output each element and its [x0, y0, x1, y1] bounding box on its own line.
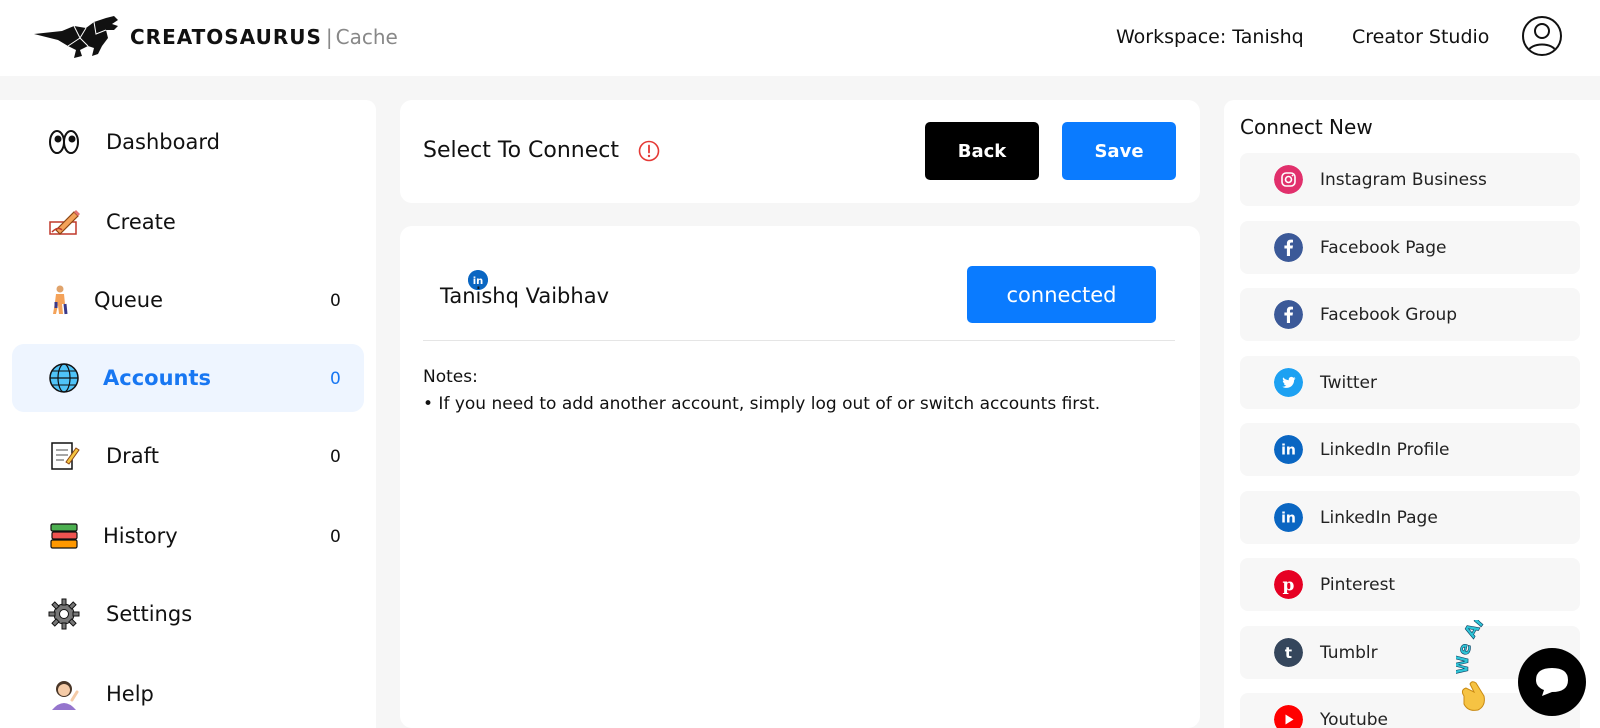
- notes-label: Notes:: [423, 367, 478, 387]
- platform-instagram-business[interactable]: Instagram Business: [1240, 153, 1580, 206]
- sidebar-item-label: Help: [106, 682, 154, 706]
- platform-twitter[interactable]: Twitter: [1240, 356, 1580, 409]
- draft-count: 0: [330, 447, 341, 467]
- account-name: Tanishq Vaibhav: [440, 284, 609, 308]
- exclamation-circle-icon[interactable]: [638, 140, 660, 162]
- user-avatar[interactable]: [1522, 16, 1562, 56]
- books-icon: [50, 523, 78, 549]
- sidebar-item-label: Draft: [106, 444, 159, 468]
- sidebar-item-label: Queue: [94, 288, 163, 312]
- sidebar-item-settings[interactable]: Settings: [12, 580, 364, 648]
- brand-name: CREATOSAURUS: [130, 25, 322, 49]
- chat-bubble-icon[interactable]: [1518, 648, 1586, 716]
- sidebar-item-draft[interactable]: Draft 0: [12, 422, 364, 490]
- sidebar-item-label: Create: [106, 210, 176, 234]
- sidebar-item-create[interactable]: Create: [12, 188, 364, 256]
- platform-label: Facebook Page: [1320, 238, 1447, 258]
- page-title: Select To Connect: [423, 138, 619, 163]
- gear-icon: [48, 598, 80, 630]
- connect-header-card: Select To Connect Back Save: [400, 100, 1200, 203]
- person-walking-icon: [53, 285, 68, 315]
- chat-widget-graphic: We Are Here!: [1453, 585, 1586, 716]
- sidebar-item-history[interactable]: History 0: [12, 502, 364, 570]
- platform-label: Tumblr: [1320, 643, 1378, 663]
- platform-linkedin-page[interactable]: in LinkedIn Page: [1240, 491, 1580, 544]
- connected-button[interactable]: connected: [967, 266, 1156, 323]
- creator-studio-link[interactable]: Creator Studio: [1352, 25, 1489, 49]
- pinterest-icon: p: [1274, 570, 1303, 599]
- person-tipping-hand-icon: [52, 681, 79, 710]
- save-button[interactable]: Save: [1062, 122, 1176, 180]
- platform-label: Facebook Group: [1320, 305, 1458, 325]
- sidebar: Dashboard Create Queue 0 Accounts 0 Draf…: [0, 100, 376, 728]
- eyes-icon: [49, 130, 79, 154]
- waving-hand-icon: [1461, 681, 1485, 711]
- facebook-icon: [1274, 233, 1303, 262]
- platform-label: LinkedIn Page: [1320, 508, 1438, 528]
- sidebar-item-label: History: [103, 524, 178, 548]
- back-button[interactable]: Back: [925, 122, 1039, 180]
- sidebar-item-label: Dashboard: [106, 130, 220, 154]
- platform-linkedin-profile[interactable]: in LinkedIn Profile: [1240, 423, 1580, 476]
- linkedin-icon: in: [1274, 435, 1303, 464]
- youtube-icon: [1274, 705, 1303, 728]
- platform-facebook-page[interactable]: Facebook Page: [1240, 221, 1580, 274]
- platform-pinterest[interactable]: p Pinterest: [1240, 558, 1580, 611]
- platform-label: Youtube: [1320, 710, 1388, 728]
- history-count: 0: [330, 527, 341, 547]
- memo-icon: [51, 442, 80, 470]
- accounts-count: 0: [330, 369, 341, 389]
- sidebar-item-label: Accounts: [103, 366, 212, 390]
- svg-text:p: p: [1283, 576, 1295, 596]
- sidebar-item-accounts[interactable]: Accounts 0: [12, 344, 364, 412]
- platform-label: Instagram Business: [1320, 170, 1487, 190]
- svg-text:in: in: [1281, 443, 1296, 459]
- queue-count: 0: [330, 291, 341, 311]
- brand-separator: |: [325, 25, 333, 49]
- sidebar-item-queue[interactable]: Queue 0: [12, 266, 364, 334]
- connect-new-title: Connect New: [1240, 115, 1373, 139]
- top-header: CREATOSAURUS | Cache Workspace: Tanishq Cr…: [0, 0, 1600, 76]
- brand-subtitle: Cache: [335, 25, 398, 49]
- chat-widget[interactable]: We Are Here!: [1453, 585, 1600, 728]
- user-circle-icon: [1527, 23, 1557, 53]
- platform-label: LinkedIn Profile: [1320, 440, 1450, 460]
- sidebar-item-help[interactable]: Help: [12, 660, 364, 728]
- platform-facebook-group[interactable]: Facebook Group: [1240, 288, 1580, 341]
- sidebar-item-dashboard[interactable]: Dashboard: [12, 108, 364, 176]
- twitter-icon: [1274, 368, 1303, 397]
- workspace-selector[interactable]: Workspace: Tanishq: [1116, 25, 1304, 49]
- facebook-icon: [1274, 300, 1303, 329]
- globe-icon: [49, 363, 79, 393]
- sidebar-item-label: Settings: [106, 602, 193, 626]
- divider: [423, 340, 1175, 341]
- accounts-card: in Tanishq Vaibhav connected Notes: • If…: [400, 226, 1200, 728]
- dinosaur-logo-icon[interactable]: [34, 16, 120, 58]
- svg-text:in: in: [1281, 511, 1296, 527]
- linkedin-icon: in: [1274, 503, 1303, 532]
- brand-title[interactable]: CREATOSAURUS | Cache: [130, 24, 398, 50]
- platform-label: Twitter: [1320, 373, 1377, 393]
- svg-text:t: t: [1285, 644, 1292, 662]
- platform-label: Pinterest: [1320, 575, 1396, 595]
- pencil-writing-icon: [49, 210, 80, 235]
- instagram-icon: [1274, 165, 1303, 194]
- tumblr-icon: t: [1274, 638, 1303, 667]
- notes-text: • If you need to add another account, si…: [423, 394, 1101, 414]
